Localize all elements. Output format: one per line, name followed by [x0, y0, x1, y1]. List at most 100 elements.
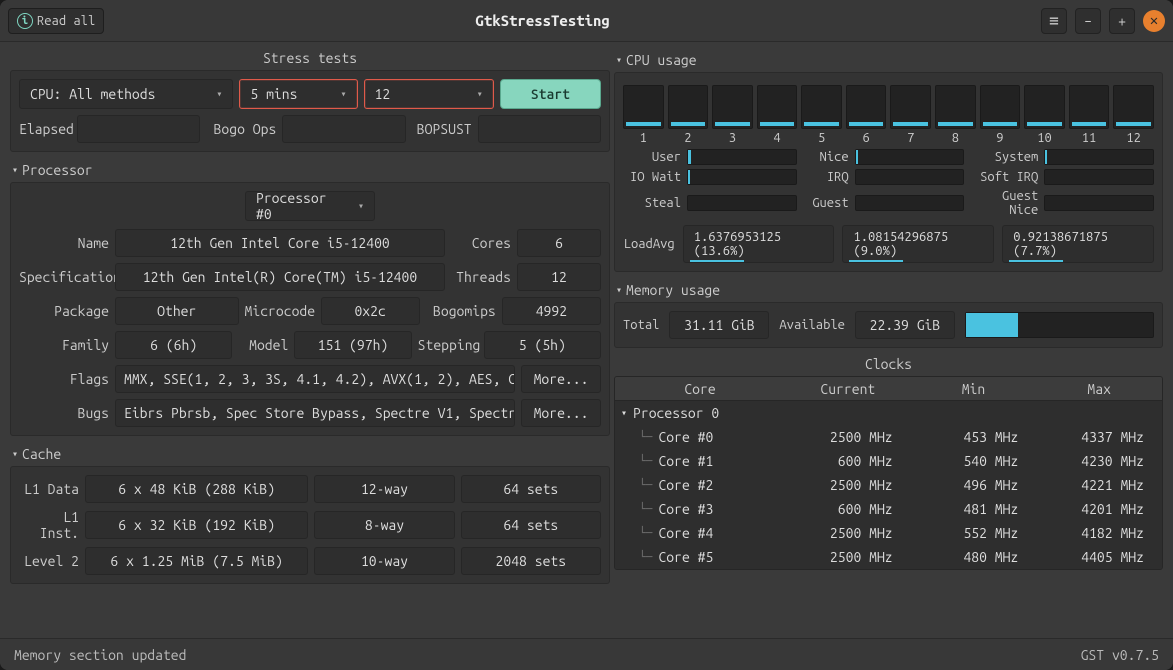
core-max: 4230 MHz [1036, 453, 1162, 469]
cache-expander[interactable]: ▾ Cache [10, 442, 610, 466]
l1i-label: L1 Inst. [19, 509, 79, 541]
core-min: 496 MHz [911, 477, 1037, 493]
cpu-usage-expander[interactable]: ▾ CPU usage [614, 48, 1163, 72]
iowait-label: IO Wait [623, 170, 681, 184]
maximize-button[interactable]: + [1109, 8, 1135, 34]
bogoops-label: Bogo Ops [206, 121, 276, 137]
cpu-core-bar [668, 85, 709, 129]
name-label: Name [19, 235, 109, 251]
irq-label: IRQ [803, 170, 849, 184]
clocks-row[interactable]: └─Core #3600 MHz481 MHz4201 MHz [615, 497, 1162, 521]
core-min: 552 MHz [911, 525, 1037, 541]
stress-threads-combo[interactable]: 12 ▾ [364, 79, 494, 109]
chevron-down-icon: ▾ [341, 88, 347, 100]
triangle-icon: ▾ [616, 284, 622, 296]
core-current: 2500 MHz [785, 525, 911, 541]
col-core: Core [615, 381, 785, 397]
processor-select-value: Processor #0 [256, 190, 350, 222]
load1-field: 1.6376953125 (13.6%) [683, 225, 835, 263]
cpu-core-bar [846, 85, 887, 129]
softirq-bar [1044, 169, 1154, 185]
clocks-row[interactable]: └─Core #1600 MHz540 MHz4230 MHz [615, 449, 1162, 473]
cpu-core-bar [1024, 85, 1065, 129]
close-button[interactable]: ✕ [1143, 10, 1165, 32]
mem-usage-bar [965, 312, 1154, 338]
cache-header: Cache [22, 446, 61, 462]
status-message: Memory section updated [14, 647, 186, 663]
core-min: 480 MHz [911, 549, 1037, 565]
package-field: Other [115, 297, 239, 325]
cpu-core-bars: 123456789101112 [623, 81, 1154, 145]
triangle-icon: ▾ [12, 448, 18, 460]
system-bar [1044, 149, 1154, 165]
stress-method-combo[interactable]: CPU: All methods ▾ [19, 79, 233, 109]
col-min: Min [911, 381, 1037, 397]
tree-line-iconpdata-interactable=: └─ [639, 455, 652, 468]
tree-line-iconpdata-interactable=: └─ [639, 479, 652, 492]
chevron-down-icon: ▾ [216, 88, 222, 100]
bogomips-field: 4992 [502, 297, 601, 325]
cpu-usage-header: CPU usage [626, 52, 697, 68]
cpu-core-number: 3 [729, 131, 736, 145]
chevron-down-icon: ▾ [477, 88, 483, 100]
l2-sets: 2048 sets [461, 547, 601, 575]
flags-more-button[interactable]: More... [521, 365, 601, 393]
cores-field: 6 [517, 229, 601, 257]
stress-duration-combo[interactable]: 5 mins ▾ [239, 79, 357, 109]
clocks-row[interactable]: └─Core #42500 MHz552 MHz4182 MHz [615, 521, 1162, 545]
stress-method-value: CPU: All methods [30, 86, 155, 102]
cpu-core-number: 7 [907, 131, 914, 145]
l2-label: Level 2 [19, 553, 79, 569]
l1i-way: 8-way [314, 511, 454, 539]
model-field: 151 (97h) [294, 331, 411, 359]
microcode-label: Microcode [245, 303, 315, 319]
l1d-label: L1 Data [19, 481, 79, 497]
l1i-sets: 64 sets [461, 511, 601, 539]
triangle-icon: ▾ [12, 164, 18, 176]
bugs-label: Bugs [19, 405, 109, 421]
cpu-core-number: 8 [952, 131, 959, 145]
memory-expander[interactable]: ▾ Memory usage [614, 278, 1163, 302]
processor-expander[interactable]: ▾ Processor [10, 158, 610, 182]
start-button[interactable]: Start [500, 79, 601, 109]
l1d-way: 12-way [314, 475, 454, 503]
guest-bar [855, 195, 965, 211]
core-name: Core #4 [658, 525, 713, 541]
cpu-core-bar [712, 85, 753, 129]
guest-label: Guest [803, 196, 849, 210]
core-name: Core #0 [658, 429, 713, 445]
core-name: Core #1 [658, 453, 713, 469]
menu-button[interactable]: ≡ [1041, 8, 1067, 34]
core-current: 2500 MHz [785, 429, 911, 445]
cpu-core-number: 6 [863, 131, 870, 145]
minimize-button[interactable]: – [1075, 8, 1101, 34]
clocks-row[interactable]: └─Core #22500 MHz496 MHz4221 MHz [615, 473, 1162, 497]
triangle-icon: ▾ [616, 54, 622, 66]
clocks-table-head: Core Current Min Max [615, 377, 1162, 401]
bopsust-field [478, 115, 601, 143]
steal-label: Steal [623, 196, 681, 210]
elapsed-field [77, 115, 200, 143]
elapsed-label: Elapsed [19, 121, 71, 137]
statusbar: Memory section updated GST v0.7.5 [0, 638, 1173, 670]
flags-field: MMX, SSE(1, 2, 3, 3S, 4.1, 4.2), AVX(1, … [115, 365, 515, 393]
cpu-core-bar [801, 85, 842, 129]
cpu-core-number: 11 [1082, 131, 1097, 145]
clocks-row[interactable]: └─Core #02500 MHz453 MHz4337 MHz [615, 425, 1162, 449]
family-label: Family [19, 337, 109, 353]
nice-bar [855, 149, 965, 165]
core-max: 4337 MHz [1036, 429, 1162, 445]
core-current: 2500 MHz [785, 477, 911, 493]
core-current: 2500 MHz [785, 549, 911, 565]
bugs-more-button[interactable]: More... [521, 399, 601, 427]
processor-select-combo[interactable]: Processor #0 ▾ [245, 191, 375, 221]
bopsust-label: BOPSUST [412, 121, 472, 137]
cpu-usage-panel: 123456789101112 User Nice System IO Wait… [614, 72, 1163, 272]
cpu-core-bar [890, 85, 931, 129]
stress-threads-value: 12 [375, 86, 391, 102]
bogoops-field [282, 115, 405, 143]
clocks-row[interactable]: └─Core #52500 MHz480 MHz4405 MHz [615, 545, 1162, 569]
load5-field: 1.08154296875 (9.0%) [842, 225, 994, 263]
triangle-icon: ▾ [621, 407, 627, 419]
clocks-proc-row[interactable]: ▾Processor 0 [615, 405, 785, 421]
